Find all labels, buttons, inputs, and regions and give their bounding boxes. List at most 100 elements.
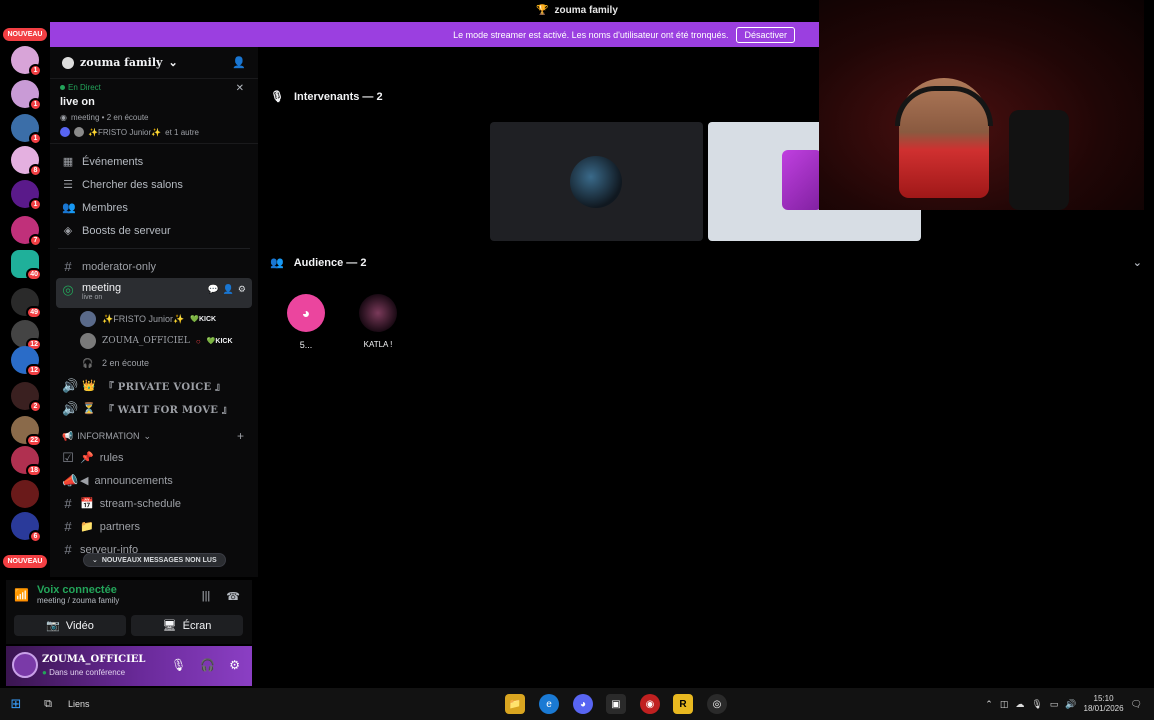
microphone-icon[interactable]: 🎙 — [1031, 699, 1042, 710]
disable-streamer-button[interactable]: Désactiver — [736, 26, 795, 43]
channel-stream-schedule[interactable]: # 📅 stream-schedule — [50, 492, 258, 515]
server-icon-12[interactable]: 22 — [11, 416, 42, 447]
server-icon-5[interactable]: 1 — [11, 180, 42, 211]
channel-moderator-only[interactable]: # moderator-only — [50, 255, 258, 278]
unread-badge: 8 — [29, 164, 42, 177]
nav-members[interactable]: 👥 Membres — [50, 196, 258, 219]
new-badge-top[interactable]: NOUVEAU — [3, 28, 47, 41]
channel-announcements[interactable]: 📣 ◀ announcements — [50, 469, 258, 492]
voice-user[interactable]: ZOUMA_OFFICIEL ○ 💚KICK — [50, 330, 258, 352]
server-icon-9[interactable]: 12 — [11, 320, 42, 351]
video-button[interactable]: 📷 Vidéo — [14, 615, 126, 636]
app-icon[interactable]: ◉ — [640, 694, 660, 714]
chat-icon[interactable]: 💬 — [207, 284, 218, 295]
gear-icon[interactable]: ⚙ — [229, 658, 240, 672]
headphones-icon[interactable]: 🎧 — [200, 658, 215, 672]
channel-label: 『 WAIT FOR MOVE 』 — [103, 405, 233, 416]
stage-icon: ◉ — [60, 113, 67, 122]
invite-icon[interactable]: 👤 — [223, 284, 234, 295]
chevron-down-icon[interactable]: ⌄ — [1133, 256, 1142, 269]
category-information[interactable]: 📢 INFORMATION ⌄ + — [50, 426, 258, 446]
voice-status[interactable]: 📶 Voix connectée meeting / zouma family — [14, 584, 119, 605]
server-icon-11[interactable]: 2 — [11, 382, 42, 413]
screen-label: Écran — [182, 619, 212, 632]
server-header[interactable]: zouma family ⌄ 👤 — [50, 47, 258, 79]
hourglass-icon: ⏳ — [82, 403, 96, 415]
nav-browse-channels[interactable]: ☰ Chercher des salons — [50, 173, 258, 196]
listening-count[interactable]: 🎧 2 en écoute — [50, 352, 258, 374]
discord-logo-icon: ◕ — [287, 294, 325, 332]
live-status-text: En Direct — [68, 83, 101, 92]
speaker-tile[interactable] — [490, 122, 703, 241]
channel-sidebar: zouma family ⌄ 👤 En Direct live on ◉ meet… — [50, 47, 258, 577]
server-icon-13[interactable]: 18 — [11, 446, 42, 477]
channel-label: announcements — [94, 474, 173, 487]
user-name[interactable]: ZOUMA_OFFICIEL — [42, 654, 145, 665]
channel-wait-for-move[interactable]: 🔊 ⏳ 『 WAIT FOR MOVE 』 — [50, 397, 258, 420]
nav-server-boosts[interactable]: ◈ Boosts de serveur — [50, 219, 258, 242]
live-meta-text: meeting • 2 en écoute — [70, 113, 149, 122]
close-icon[interactable]: ✕ — [236, 83, 244, 94]
clock-time: 15:10 — [1093, 694, 1114, 703]
discord-app-icon[interactable]: ◕ — [573, 694, 593, 714]
gear-icon[interactable]: ⚙ — [238, 284, 246, 295]
edge-browser-icon[interactable]: e — [539, 694, 559, 714]
add-member-icon[interactable]: 👤 — [232, 56, 246, 69]
notifications-icon[interactable]: 🗨 — [1131, 699, 1142, 710]
avatar — [570, 156, 622, 208]
new-badge-bottom[interactable]: NOUVEAU — [3, 555, 47, 568]
server-icon-7[interactable]: 40 — [11, 250, 42, 281]
channel-private-voice[interactable]: 🔊 👑 『 PRIVATE VOICE 』 — [50, 374, 258, 397]
links-toolbar[interactable]: Liens — [68, 699, 90, 709]
windows-taskbar: ⊞ ⧉ Liens 📁 e ◕ ▣ ◉ R ◎ ⌃ ◫ ☁ 🎙 ▭ 🔊 15:1… — [0, 688, 1154, 720]
server-icon-3[interactable]: 1 — [11, 114, 42, 145]
server-icon-2[interactable]: 1 — [11, 80, 42, 111]
screen-share-button[interactable]: 🖥 Écran — [131, 615, 243, 636]
cloud-icon[interactable]: ☁ — [1015, 699, 1024, 710]
avatar — [80, 333, 96, 349]
chrome-icon[interactable]: ◎ — [707, 694, 727, 714]
audience-member[interactable]: KATLA ! — [356, 294, 400, 349]
volume-icon[interactable]: 🔊 — [1065, 699, 1076, 710]
server-name[interactable]: zouma family ⌄ — [62, 56, 178, 69]
audience-label: Audience — 2 — [293, 256, 367, 269]
server-icon-1[interactable]: 1 — [11, 46, 42, 77]
speaker-icon: 🔊 — [62, 377, 79, 393]
server-icon-6[interactable]: 7 — [11, 216, 42, 247]
server-icon-4[interactable]: 8 — [11, 146, 42, 177]
rockstar-icon[interactable]: R — [673, 694, 693, 714]
live-event-card[interactable]: En Direct live on ◉ meeting • 2 en écoute… — [50, 79, 258, 144]
voice-user[interactable]: ✨FRISTO Junior✨ 💚KICK — [50, 308, 258, 330]
signal-icon: 📶 — [14, 587, 29, 602]
server-icon-14[interactable] — [11, 480, 39, 508]
chair-shape — [1009, 110, 1069, 210]
channel-rules[interactable]: ☑ 📌 rules — [50, 446, 258, 469]
tray-app-icon[interactable]: ◫ — [1000, 699, 1009, 710]
app-icon[interactable]: ▣ — [606, 694, 626, 714]
audience-member[interactable]: ◕ 5... — [284, 294, 328, 350]
soundboard-icon[interactable]: ||| — [202, 590, 211, 603]
channel-meeting[interactable]: ◎ meeting live on 💬 👤 ⚙ — [56, 278, 252, 308]
server-icon-8[interactable]: 49 — [11, 288, 42, 319]
disconnect-icon[interactable]: ☎ — [226, 590, 240, 603]
rules-channel-icon: ☑ — [62, 449, 74, 465]
audience-header[interactable]: 👥 Audience — 2 ⌄ — [270, 256, 1142, 270]
unread-badge: 1 — [29, 132, 42, 145]
add-channel-icon[interactable]: + — [237, 429, 244, 443]
hash-icon: # — [64, 542, 72, 557]
file-explorer-icon[interactable]: 📁 — [505, 694, 525, 714]
network-icon[interactable]: ▭ — [1050, 699, 1059, 710]
kick-tag: KICK — [198, 316, 217, 323]
task-view-icon[interactable]: ⧉ — [32, 698, 64, 711]
avatar[interactable] — [12, 652, 38, 678]
chevron-up-icon[interactable]: ⌃ — [985, 699, 993, 710]
microphone-icon[interactable]: 🎙 — [171, 658, 186, 672]
windows-start-icon[interactable]: ⊞ — [0, 688, 32, 720]
channel-partners[interactable]: # 📁 partners — [50, 515, 258, 538]
server-icon-10[interactable]: 12 — [11, 346, 42, 377]
server-icon-15[interactable]: 6 — [11, 512, 42, 543]
clock[interactable]: 15:10 18/01/2026 — [1084, 694, 1124, 714]
nav-events[interactable]: ▦ Événements — [50, 150, 258, 173]
user-panel: ZOUMA_OFFICIEL ● Dans une conférence 🎙 🎧 ⚙ — [6, 646, 252, 686]
unread-messages-pill[interactable]: ⌄ NOUVEAUX MESSAGES NON LUS — [83, 553, 226, 567]
